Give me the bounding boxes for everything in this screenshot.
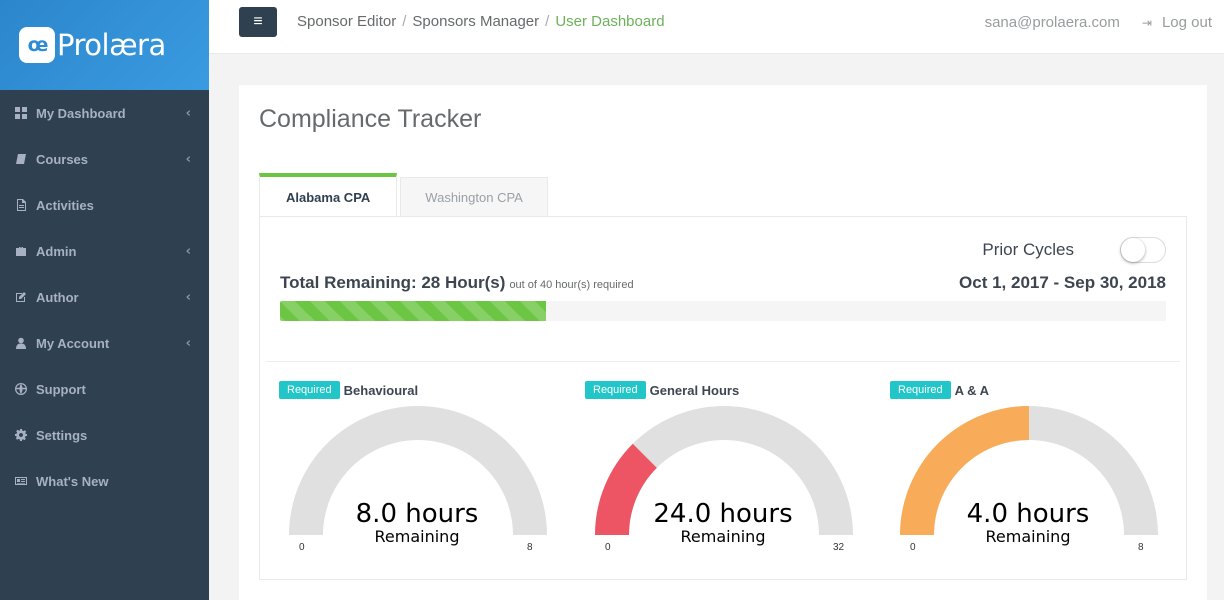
prior-cycles-toggle[interactable] xyxy=(1120,237,1166,263)
tab-bar: Alabama CPA Washington CPA xyxy=(259,173,548,217)
gauge-general-hours: Required General Hours 24.0 hours Remain… xyxy=(585,381,865,561)
tab-alabama-cpa[interactable]: Alabama CPA xyxy=(259,173,398,217)
gauge-a-and-a: Required A & A 4.0 hours Remaining 0 8 xyxy=(890,381,1170,561)
briefcase-icon xyxy=(14,244,28,258)
cycle-date-range: Oct 1, 2017 - Sep 30, 2018 xyxy=(959,273,1166,292)
required-badge: Required xyxy=(585,381,646,399)
page-title: Compliance Tracker xyxy=(259,105,482,133)
chevron-left-icon: ‹ xyxy=(185,289,191,305)
total-remaining-label: Total Remaining: 28 Hour(s) xyxy=(280,273,506,292)
required-badge: Required xyxy=(279,381,340,399)
user-icon xyxy=(14,336,28,350)
gear-icon xyxy=(14,428,28,442)
gauge-min: 0 xyxy=(299,542,305,553)
logo-text: Prolæra xyxy=(57,28,166,62)
chevron-left-icon: ‹ xyxy=(185,335,191,351)
gauge-max: 32 xyxy=(833,542,845,553)
progress-fill xyxy=(280,301,546,321)
sidebar-item-admin[interactable]: Admin ‹ xyxy=(0,228,209,274)
gauge-min: 0 xyxy=(605,542,611,553)
gauge-value: 24.0 hours xyxy=(653,499,793,529)
sidebar-item-label: My Dashboard xyxy=(36,105,126,121)
chevron-left-icon: ‹ xyxy=(185,105,191,121)
compliance-panel: Compliance Tracker Alabama CPA Washingto… xyxy=(239,85,1207,600)
required-badge: Required xyxy=(890,381,951,399)
sidebar-item-settings[interactable]: Settings xyxy=(0,412,209,458)
sidebar-item-label: What's New xyxy=(36,473,109,489)
chevron-left-icon: ‹ xyxy=(185,151,191,167)
tab-washington-cpa[interactable]: Washington CPA xyxy=(400,177,548,217)
sidebar-item-my-dashboard[interactable]: My Dashboard ‹ xyxy=(0,90,209,136)
sidebar-item-label: Author xyxy=(36,289,79,305)
breadcrumb-sponsor-editor[interactable]: Sponsor Editor xyxy=(297,13,396,30)
sidebar-item-label: Admin xyxy=(36,243,77,259)
gauge-header: Required Behavioural xyxy=(279,381,559,399)
sidebar-item-whats-new[interactable]: What's New xyxy=(0,458,209,504)
book-icon xyxy=(14,152,28,166)
menu-toggle-button[interactable]: ≡ xyxy=(239,7,277,37)
breadcrumb-separator: / xyxy=(545,13,550,30)
gauge-min: 0 xyxy=(910,542,916,553)
logo-mark: œ xyxy=(19,27,55,63)
file-icon xyxy=(14,198,28,212)
sidebar-item-label: Courses xyxy=(36,151,89,167)
logo[interactable]: œ Prolæra xyxy=(0,0,209,90)
dashboard-icon xyxy=(14,106,28,120)
prior-cycles-label: Prior Cycles xyxy=(982,240,1074,259)
sidebar: œ Prolæra My Dashboard ‹ Courses ‹ Activ… xyxy=(0,0,209,600)
total-required-label: out of 40 hour(s) required xyxy=(509,279,634,291)
breadcrumb-separator: / xyxy=(402,13,407,30)
gauge-unit: Remaining xyxy=(680,527,766,546)
breadcrumb-sponsors-manager[interactable]: Sponsors Manager xyxy=(412,13,539,30)
gauge-max: 8 xyxy=(527,542,533,553)
gauge-title: General Hours xyxy=(649,382,740,398)
newspaper-icon xyxy=(14,474,28,488)
gauge-unit: Remaining xyxy=(985,527,1071,546)
gauge-max: 8 xyxy=(1138,542,1144,553)
breadcrumb-user-dashboard: User Dashboard xyxy=(555,13,665,30)
sidebar-item-label: My Account xyxy=(36,335,110,351)
sidebar-item-author[interactable]: Author ‹ xyxy=(0,274,209,320)
top-right-nav: sana@prolaera.com ⇥ Log out xyxy=(985,14,1212,31)
logout-link[interactable]: ⇥ Log out xyxy=(1142,14,1212,31)
total-remaining: Total Remaining: 28 Hour(s) out of 40 ho… xyxy=(280,273,634,293)
prior-cycles: Prior Cycles xyxy=(982,237,1166,263)
logout-label: Log out xyxy=(1161,14,1212,31)
breadcrumb: Sponsor Editor / Sponsors Manager / User… xyxy=(297,13,665,30)
sidebar-item-my-account[interactable]: My Account ‹ xyxy=(0,320,209,366)
sidebar-item-activities[interactable]: Activities xyxy=(0,182,209,228)
sidebar-nav: My Dashboard ‹ Courses ‹ Activities Admi… xyxy=(0,90,209,504)
top-bar: ≡ Sponsor Editor / Sponsors Manager / Us… xyxy=(209,0,1224,54)
sign-out-icon: ⇥ xyxy=(1141,15,1152,30)
toggle-knob xyxy=(1121,238,1145,262)
gauge-header: Required A & A xyxy=(890,381,1170,399)
gauge-title: Behavioural xyxy=(343,382,419,398)
gauge-unit: Remaining xyxy=(374,527,460,546)
gauge-behavioural: Required Behavioural 8.0 hours Remaining… xyxy=(279,381,559,561)
gauge-header: Required General Hours xyxy=(585,381,865,399)
sidebar-item-label: Settings xyxy=(36,427,88,443)
edit-icon xyxy=(14,290,28,304)
sidebar-item-label: Activities xyxy=(36,197,94,213)
globe-icon xyxy=(14,382,28,396)
gauge-title: A & A xyxy=(954,382,990,398)
gauge-value: 8.0 hours xyxy=(355,499,479,529)
divider xyxy=(266,361,1180,362)
chevron-left-icon: ‹ xyxy=(185,243,191,259)
sidebar-item-label: Support xyxy=(36,381,86,397)
gauge-value: 4.0 hours xyxy=(966,499,1090,529)
sidebar-item-support[interactable]: Support xyxy=(0,366,209,412)
total-progress-bar xyxy=(280,301,1166,321)
tab-content: Prior Cycles Total Remaining: 28 Hour(s)… xyxy=(259,216,1187,580)
sidebar-item-courses[interactable]: Courses ‹ xyxy=(0,136,209,182)
user-email: sana@prolaera.com xyxy=(984,14,1120,31)
hamburger-icon: ≡ xyxy=(253,13,263,30)
